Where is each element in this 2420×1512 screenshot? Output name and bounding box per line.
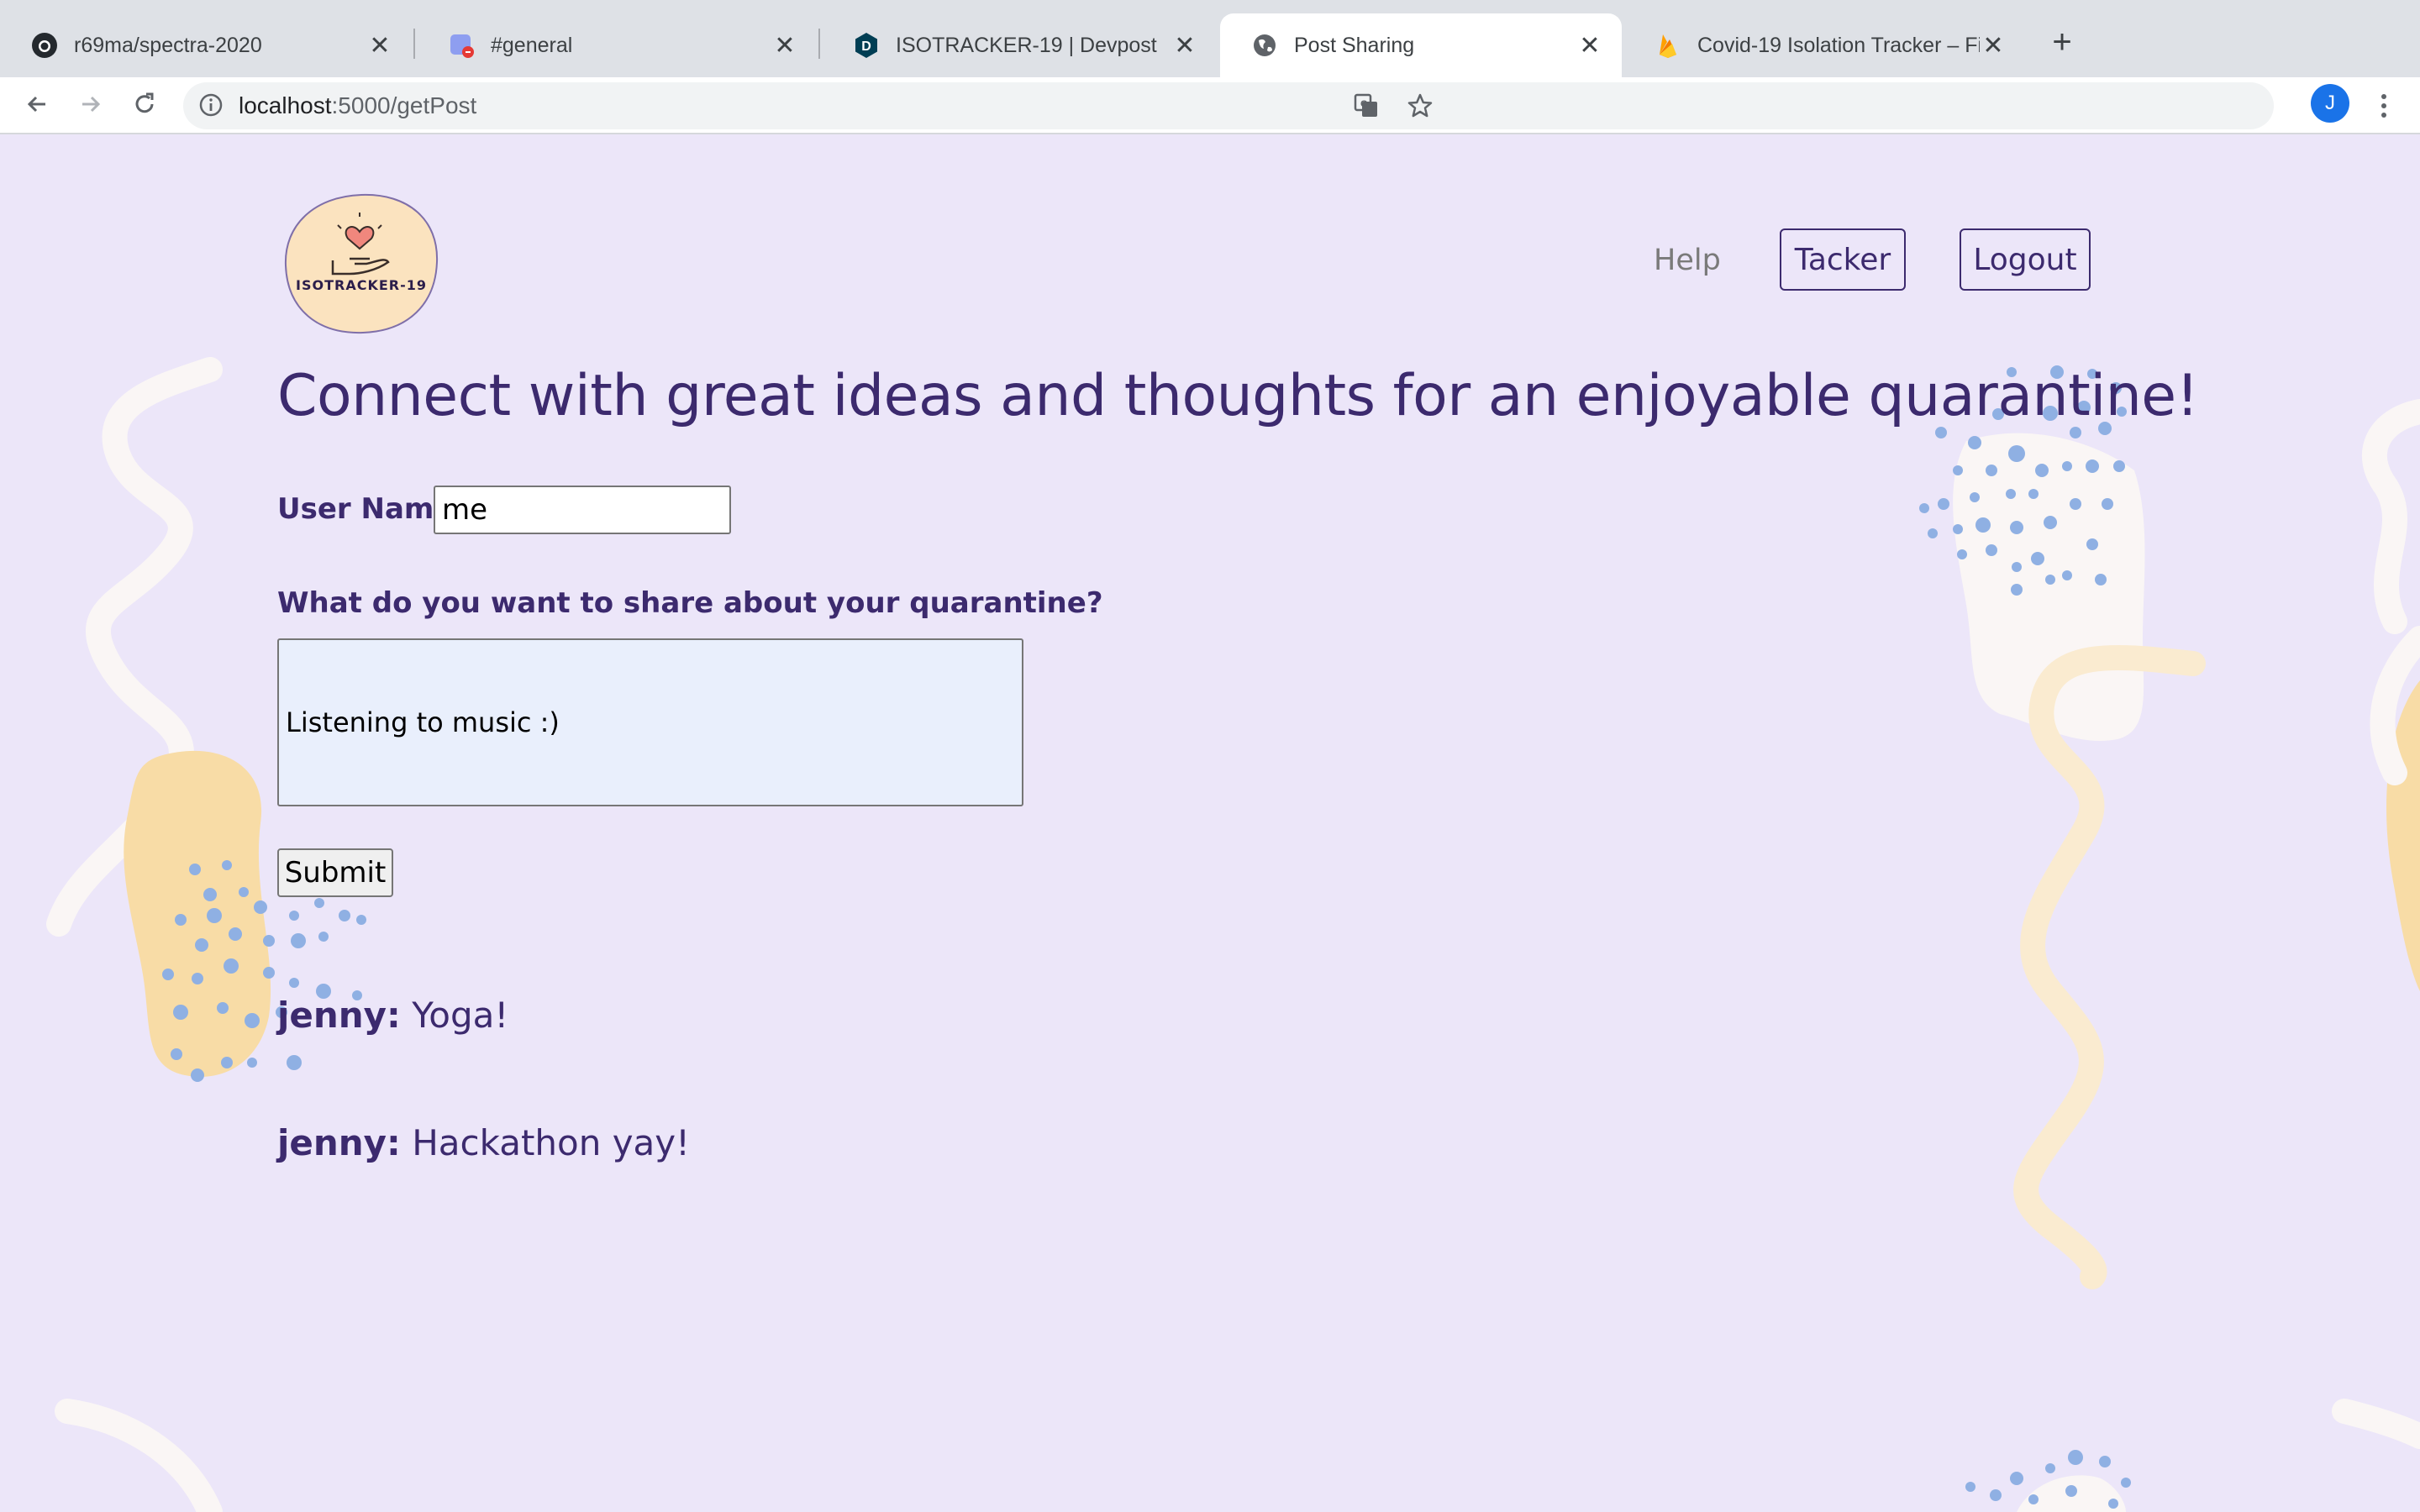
nav-help-link[interactable]: Help bbox=[1654, 244, 1721, 277]
back-arrow-icon bbox=[27, 96, 45, 113]
logout-button[interactable]: Logout bbox=[1960, 228, 2091, 291]
logo-badge-icon bbox=[284, 193, 439, 334]
close-icon[interactable]: ✕ bbox=[771, 32, 798, 60]
tab-firebase[interactable]: Covid-19 Isolation Tracker – Fir ✕ bbox=[1623, 13, 2025, 77]
page-title: Connect with great ideas and thoughts fo… bbox=[277, 363, 2199, 429]
back-button[interactable] bbox=[17, 84, 57, 124]
close-icon[interactable]: ✕ bbox=[1171, 32, 1198, 60]
post-text: Yoga! bbox=[412, 995, 509, 1036]
close-icon[interactable]: ✕ bbox=[366, 32, 393, 60]
tab-strip: r69ma/spectra-2020 ✕ #general ✕ D ISOTRA… bbox=[0, 0, 2420, 77]
post-item: jenny: Hackathon yay! bbox=[277, 1122, 690, 1163]
svg-text:D: D bbox=[861, 39, 871, 54]
profile-avatar[interactable]: J bbox=[2311, 84, 2349, 123]
site-info-icon[interactable] bbox=[198, 92, 224, 122]
post-author: jenny: bbox=[277, 995, 401, 1036]
devpost-icon: D bbox=[852, 31, 881, 60]
translate-icon[interactable]: G bbox=[1353, 92, 1380, 123]
bookmark-star-icon[interactable] bbox=[1407, 92, 1434, 123]
tab-title: #general bbox=[491, 33, 573, 57]
tab-separator bbox=[818, 29, 820, 59]
post-author: jenny: bbox=[277, 1122, 401, 1163]
reload-icon bbox=[135, 92, 154, 113]
post-text: Hackathon yay! bbox=[412, 1122, 690, 1163]
close-icon[interactable]: ✕ bbox=[1576, 32, 1603, 60]
share-textarea[interactable]: Listening to music :) bbox=[277, 638, 1023, 806]
username-input[interactable]: me bbox=[434, 486, 731, 534]
tab-separator bbox=[413, 29, 415, 59]
reload-button[interactable] bbox=[124, 84, 165, 124]
url-text: localhost:5000/getPost bbox=[239, 92, 477, 118]
submit-button[interactable]: Submit bbox=[277, 848, 393, 897]
github-icon bbox=[30, 31, 59, 60]
tab-title: Post Sharing bbox=[1294, 33, 1415, 57]
share-label: What do you want to share about your qua… bbox=[277, 586, 1103, 620]
forward-button[interactable] bbox=[71, 84, 111, 124]
tab-title: ISOTRACKER-19 | Devpost bbox=[896, 33, 1157, 57]
post-item: jenny: Yoga! bbox=[277, 995, 508, 1036]
tracker-button[interactable]: Tacker bbox=[1780, 228, 1906, 291]
tab-post-sharing[interactable]: Post Sharing ✕ bbox=[1220, 13, 1622, 77]
browser-toolbar: localhost:5000/getPost G J bbox=[0, 77, 2420, 134]
username-label: User Name bbox=[277, 492, 454, 526]
tab-devpost[interactable]: D ISOTRACKER-19 | Devpost ✕ bbox=[822, 13, 1217, 77]
address-bar[interactable]: localhost:5000/getPost G bbox=[183, 82, 2274, 129]
forward-arrow-icon bbox=[82, 96, 101, 113]
page-content: ISOTRACKER-19 Help Tacker Logout Connect… bbox=[0, 134, 2420, 1512]
logo-text: ISOTRACKER-19 bbox=[296, 277, 427, 293]
tab-title: r69ma/spectra-2020 bbox=[74, 33, 262, 57]
tab-github[interactable]: r69ma/spectra-2020 ✕ bbox=[0, 13, 412, 77]
firebase-icon bbox=[1654, 31, 1682, 60]
tab-title: Covid-19 Isolation Tracker – Fir bbox=[1697, 33, 1980, 57]
close-icon[interactable]: ✕ bbox=[1980, 32, 2007, 60]
browser-menu-icon[interactable] bbox=[2371, 87, 2396, 124]
new-tab-button[interactable]: + bbox=[2044, 24, 2081, 60]
discord-icon bbox=[447, 31, 476, 60]
decorative-background bbox=[46, 357, 2420, 1512]
tab-discord[interactable]: #general ✕ bbox=[417, 13, 817, 77]
globe-icon bbox=[1250, 31, 1279, 60]
isotracker-logo[interactable]: ISOTRACKER-19 bbox=[282, 192, 440, 334]
svg-text:G: G bbox=[1360, 99, 1368, 109]
